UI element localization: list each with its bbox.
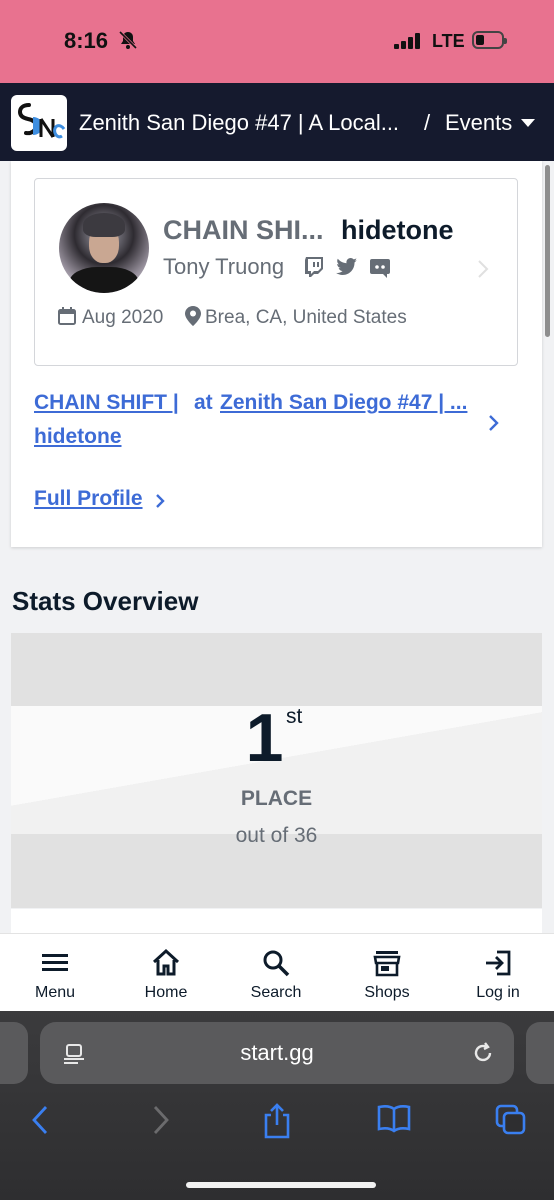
status-time: 8:16 (64, 28, 109, 53)
discord-icon[interactable] (369, 258, 391, 283)
calendar-icon (57, 306, 77, 331)
nav-login[interactable]: Log in (453, 934, 543, 1012)
back-icon[interactable] (26, 1103, 60, 1137)
next-stat-card (11, 909, 542, 933)
next-tab[interactable] (526, 1022, 554, 1084)
placement-stat-card: 1 st PLACE out of 36 (11, 633, 542, 908)
page-content[interactable]: CHAIN SHI... hidetone Tony Truong Aug 20… (0, 161, 554, 933)
chevron-right-icon[interactable] (154, 492, 166, 515)
join-date: Aug 2020 (82, 307, 164, 328)
entrant-gamertag-link[interactable]: hidetone (34, 425, 122, 449)
real-name: Tony Truong (163, 254, 285, 279)
nav-label: Log in (476, 984, 520, 1001)
search-icon (261, 948, 291, 978)
reload-icon[interactable] (470, 1040, 496, 1071)
twitch-icon[interactable] (303, 256, 325, 283)
bookmarks-icon[interactable] (376, 1103, 411, 1137)
bell-off-icon (118, 30, 138, 55)
share-icon[interactable] (260, 1103, 294, 1139)
status-bar: 8:16 LTE (0, 0, 554, 83)
sdnc-logo[interactable] (11, 95, 67, 151)
twitter-icon[interactable] (336, 258, 358, 281)
previous-tab[interactable] (0, 1022, 28, 1084)
at-label: at (194, 391, 213, 414)
breadcrumb-separator: / (424, 110, 431, 135)
url-text: start.gg (240, 1040, 314, 1065)
location: Brea, CA, United States (205, 307, 407, 328)
location-pin-icon (185, 306, 201, 331)
caret-down-icon[interactable] (521, 119, 535, 127)
nav-label: Shops (364, 984, 410, 1001)
sponsor-prefix: CHAIN SHI... (163, 215, 324, 245)
scrollbar[interactable] (545, 165, 550, 337)
nav-label: Search (250, 984, 302, 1001)
placement-label: PLACE (240, 787, 313, 810)
login-icon (483, 948, 513, 978)
entrant-link[interactable]: CHAIN SHIFT | (34, 391, 179, 415)
tournament-title[interactable]: Zenith San Diego #47 | A Local... (79, 110, 399, 136)
menu-icon (40, 948, 70, 978)
entrant-panel: CHAIN SHI... hidetone Tony Truong Aug 20… (11, 161, 542, 547)
placement-number: 1 (245, 700, 284, 776)
bottom-nav: Menu Home Search Shops Log in (0, 933, 554, 1012)
network-type: LTE (432, 31, 465, 51)
tabs-icon[interactable] (494, 1103, 528, 1137)
nav-home[interactable]: Home (121, 934, 211, 1012)
browser-toolbar: start.gg (0, 1011, 554, 1200)
stats-overview-heading: Stats Overview (12, 586, 199, 616)
signal-icon (394, 33, 422, 54)
events-dropdown-label[interactable]: Events (445, 110, 512, 136)
avatar (59, 203, 149, 293)
profile-card[interactable]: CHAIN SHI... hidetone Tony Truong Aug 20… (34, 178, 518, 366)
app-header: Zenith San Diego #47 | A Local... / Even… (0, 83, 554, 161)
forward-icon[interactable] (145, 1103, 179, 1137)
chevron-right-icon[interactable] (477, 259, 489, 284)
full-profile-link[interactable]: Full Profile (34, 487, 143, 511)
home-icon (151, 948, 181, 978)
battery-icon (472, 31, 507, 49)
gamertag: hidetone (341, 215, 454, 245)
nav-search[interactable]: Search (231, 934, 321, 1012)
tournament-link[interactable]: Zenith San Diego #47 | ... (220, 391, 467, 415)
placement-total: out of 36 (235, 824, 318, 847)
placement-suffix: st (286, 705, 303, 728)
home-indicator[interactable] (186, 1182, 376, 1188)
shop-icon (372, 948, 402, 978)
nav-label: Menu (34, 984, 76, 1001)
chevron-right-icon[interactable] (488, 413, 500, 438)
nav-menu[interactable]: Menu (10, 934, 100, 1012)
nav-shops[interactable]: Shops (342, 934, 432, 1012)
address-bar[interactable]: start.gg (40, 1022, 514, 1084)
nav-label: Home (144, 984, 188, 1001)
